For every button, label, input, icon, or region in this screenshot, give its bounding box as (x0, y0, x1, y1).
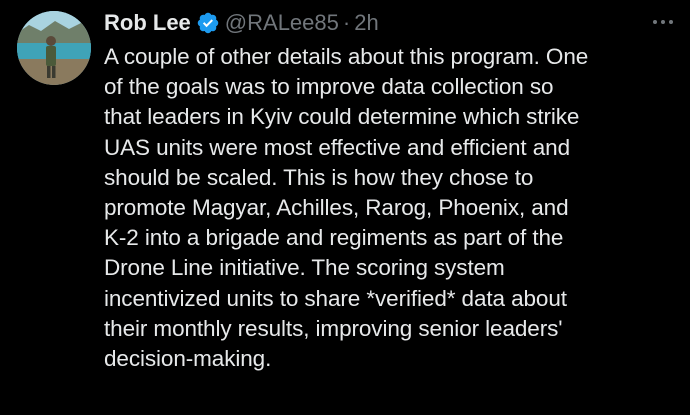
separator-dot: · (342, 10, 351, 35)
post-timestamp[interactable]: 2h (354, 10, 378, 36)
author-name[interactable]: Rob Lee (104, 10, 191, 36)
post-text-line: A couple of other details about this pro… (104, 44, 589, 69)
more-options-icon[interactable] (650, 14, 676, 30)
author-handle[interactable]: @RALee85 (225, 10, 339, 36)
post-text-line: should be scaled. This is how they chose… (104, 164, 534, 190)
post-text-line: UAS units were most effective and effici… (104, 134, 570, 160)
verified-badge-icon (196, 11, 220, 35)
post-text-line: of the goals was to improve data collect… (104, 74, 554, 100)
post-text-line: promote Magyar, Achilles, Rarog, Phoenix… (104, 195, 569, 221)
post-header: Rob Lee @RALee85 · 2h (104, 8, 379, 38)
avatar[interactable] (17, 11, 91, 85)
post-text-line: that leaders in Kyiv could determine whi… (104, 104, 580, 130)
post-text: A couple of other details about this pro… (104, 42, 679, 374)
post-text-line: their monthly results, improving senior … (104, 315, 563, 341)
post-text-line: decision-making. (104, 346, 272, 372)
post-text-line: Drone Line initiative. The scoring syste… (104, 255, 505, 281)
avatar-image (17, 11, 91, 85)
post-text-line: incentivized units to share *verified* d… (104, 285, 567, 311)
post: Rob Lee @RALee85 · 2h A couple of other … (0, 0, 690, 415)
post-text-line: K-2 into a brigade and regiments as part… (104, 225, 564, 251)
